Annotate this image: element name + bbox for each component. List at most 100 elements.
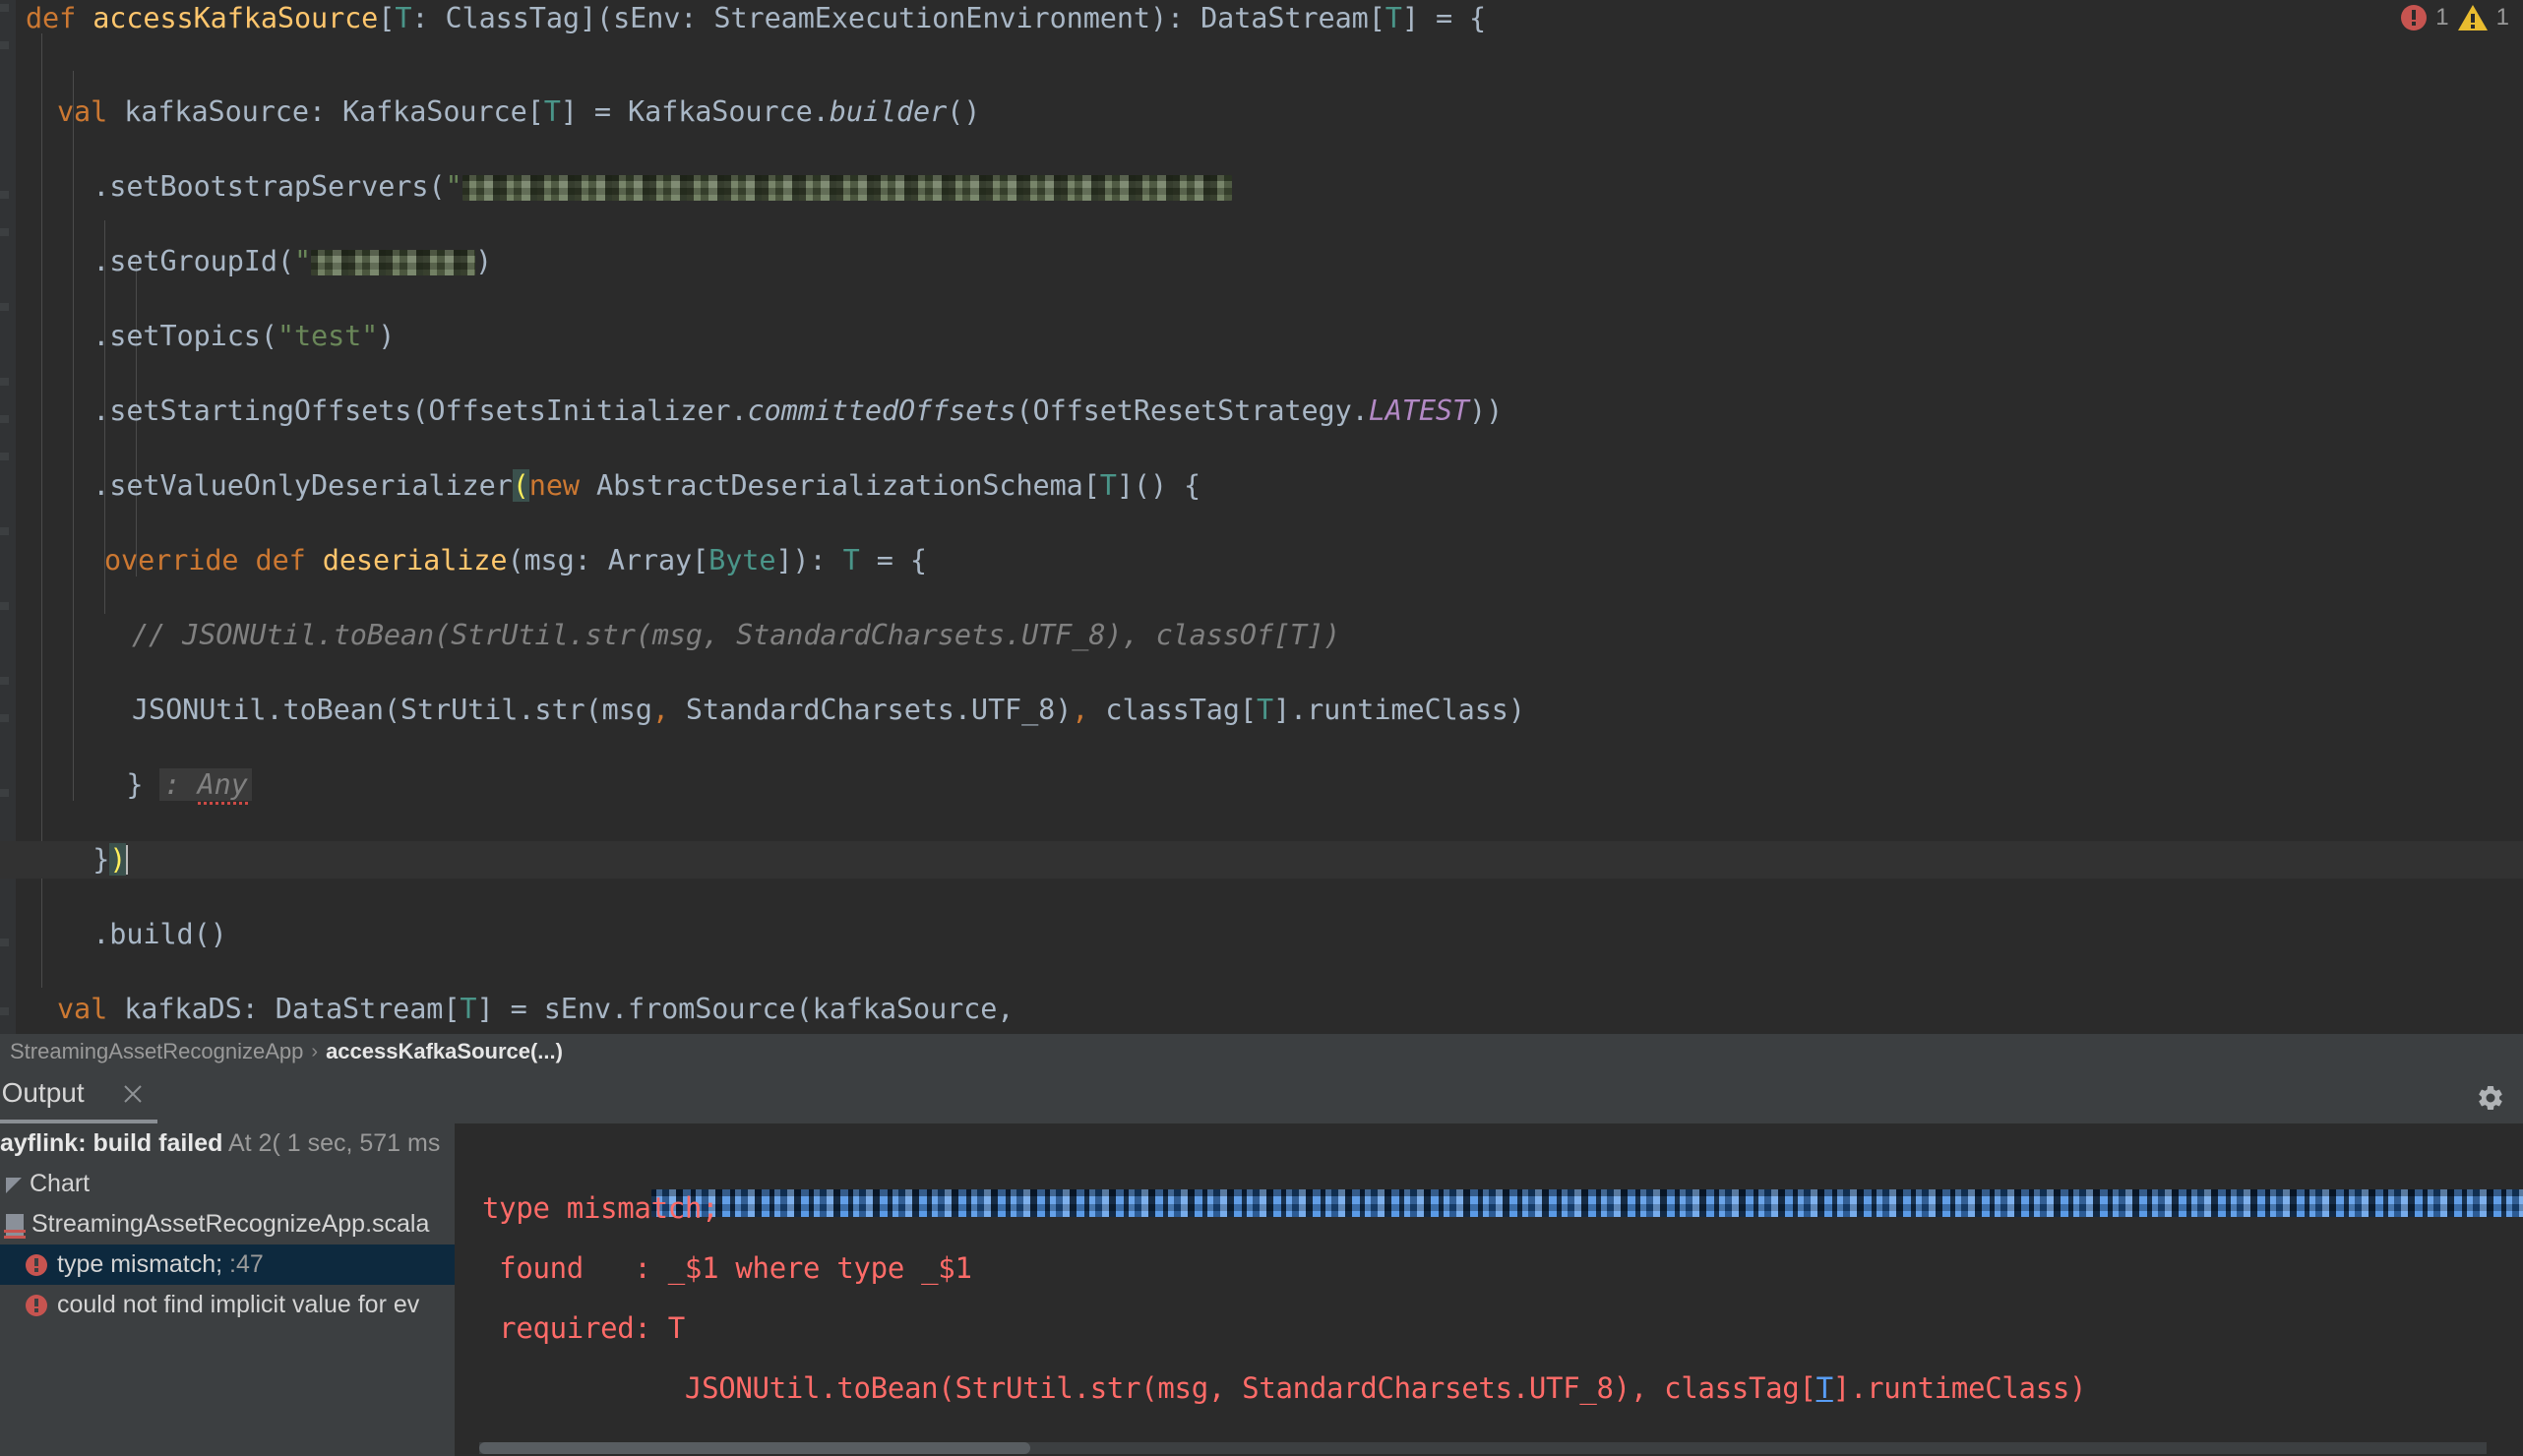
code-line[interactable]: .build(): [0, 916, 2523, 953]
token-keyword-override: override: [104, 544, 239, 576]
tree-row-error-type-mismatch[interactable]: type mismatch; :47: [0, 1244, 455, 1285]
token-type-param: T: [543, 95, 561, 128]
tree-row-scala-file[interactable]: StreamingAssetRecognizeApp.scala: [0, 1204, 455, 1244]
console-line-path[interactable]: [455, 1123, 2523, 1217]
token-rparen: ): [475, 245, 493, 277]
code-line[interactable]: val kafkaSource: KafkaSource[T] = KafkaS…: [0, 93, 2523, 131]
console-line-expression[interactable]: JSONUtil.toBean(StrUtil.str(msg, Standar…: [455, 1359, 2523, 1419]
token-keyword: def: [26, 2, 77, 34]
tree-scrollbar[interactable]: [0, 1442, 455, 1454]
build-tool-window-body: ayflink: build failed At 2( 1 sec, 571 m…: [0, 1123, 2523, 1456]
code-line[interactable]: .setValueOnlyDeserializer(new AbstractDe…: [0, 467, 2523, 505]
token-close-brace: }: [26, 843, 110, 876]
console-line-found: found : _$1 where type _$1: [482, 1251, 972, 1285]
token-type-any-error: Any: [197, 768, 248, 805]
code-editor[interactable]: 1 1 def accessKafkaSource[T: ClassTag](s…: [0, 0, 2523, 1034]
token-quote: ": [293, 245, 311, 277]
token-json-classtag: classTag[: [1088, 694, 1257, 726]
breadcrumb-item-class[interactable]: StreamingAssetRecognizeApp: [2, 1039, 311, 1064]
error-icon: [26, 1254, 47, 1276]
console-expression-pre: JSONUtil.toBean(StrUtil.str(msg, Standar…: [482, 1371, 1816, 1405]
token-lparen: (: [512, 469, 529, 502]
tree-row-build-status[interactable]: ayflink: build failed At 2( 1 sec, 571 m…: [0, 1123, 455, 1164]
token-function-name: accessKafkaSource: [92, 2, 379, 34]
token-offsets-mid: (OffsetResetStrategy.: [1015, 394, 1369, 427]
console-horizontal-scrollbar[interactable]: [479, 1442, 2487, 1454]
token-comma: ,: [1072, 694, 1089, 726]
tree-label-file: StreamingAssetRecognizeApp.scala: [31, 1210, 430, 1238]
token-method-committed-offsets: committedOffsets: [747, 394, 1016, 427]
console-expression-post: ].runtimeClass): [1832, 1371, 2087, 1405]
code-line[interactable]: JSONUtil.toBean(StrUtil.str(msg, Standar…: [0, 692, 2523, 729]
tree-row-chart[interactable]: Chart: [0, 1164, 455, 1204]
code-line[interactable]: def accessKafkaSource[T: ClassTag](sEnv:…: [0, 0, 2523, 37]
build-duration: At 2( 1 sec, 571 ms: [222, 1129, 441, 1157]
tree-row-error-implicit[interactable]: could not find implicit value for ev: [0, 1285, 455, 1325]
token-decl2: ] = KafkaSource.: [560, 95, 830, 128]
token-comma: ,: [651, 694, 669, 726]
breadcrumb-separator: ›: [311, 1040, 319, 1062]
token-method-deserialize: deserialize: [322, 544, 508, 576]
token-signature: : ClassTag](sEnv: StreamExecutionEnviron…: [411, 2, 1385, 34]
tree-label-chart: Chart: [30, 1170, 91, 1197]
token-close-brace: }: [26, 768, 160, 801]
token-deser-sig: (msg: Array[: [507, 544, 709, 576]
matched-bracket-highlight: ): [109, 843, 126, 876]
code-line[interactable]: override def deserialize(msg: Array[Byte…: [0, 542, 2523, 579]
code-content[interactable]: def accessKafkaSource[T: ClassTag](sEnv:…: [0, 0, 2523, 1025]
token-enum-latest: LATEST: [1368, 394, 1470, 427]
token-build-call: .build(): [26, 918, 227, 950]
token-colon: :: [163, 768, 198, 801]
token-type-param: T: [1099, 469, 1117, 502]
gear-icon[interactable]: [2476, 1083, 2505, 1113]
build-output-console[interactable]: type mismatch; found : _$1 where type _$…: [455, 1123, 2523, 1456]
token-keyword-new: new: [528, 469, 580, 502]
matched-bracket-highlight: (: [512, 469, 529, 502]
redacted-group-id-value: [311, 250, 475, 275]
code-line[interactable]: .setStartingOffsets(OffsetsInitializer.c…: [0, 393, 2523, 430]
token-type-param: T: [460, 993, 477, 1025]
build-status-label: ayflink: build failed: [0, 1129, 223, 1157]
breadcrumb[interactable]: StreamingAssetRecognizeApp › accessKafka…: [0, 1034, 2523, 1069]
token-keyword-def: def: [255, 544, 306, 576]
build-tool-window: ld Output ayflink: build failed At 2( 1 …: [0, 1069, 2523, 1456]
code-line[interactable]: .setTopics("test"): [0, 318, 2523, 355]
token-bracket: [: [378, 2, 396, 34]
token-type-param: T: [395, 2, 412, 34]
tree-label-error-2: could not find implicit value for ev: [57, 1291, 420, 1318]
token-type-byte: Byte: [708, 544, 776, 576]
redacted-bootstrap-servers-value: [462, 175, 1232, 201]
token-rparen: ): [109, 843, 127, 876]
token-abstract-schema: AbstractDeserializationSchema[: [579, 469, 1100, 502]
redacted-file-path-link[interactable]: [650, 1189, 2523, 1217]
token-type-param: T: [1256, 694, 1273, 726]
token-kafka-ds-decl: kafkaDS: DataStream[: [107, 993, 461, 1025]
code-line[interactable]: .setGroupId("): [0, 243, 2523, 280]
token-offsets-tail: )): [1469, 394, 1504, 427]
scala-file-error-icon: [4, 1214, 26, 1236]
code-line[interactable]: } : Any: [0, 766, 2523, 805]
tab-build-output[interactable]: ld Output: [0, 1077, 85, 1109]
scrollbar-thumb[interactable]: [479, 1442, 1030, 1454]
code-line[interactable]: val kafkaDS: DataStream[T] = sEnv.fromSo…: [0, 991, 2523, 1028]
close-icon[interactable]: [122, 1083, 144, 1105]
token-decl: kafkaSource: KafkaSource[: [107, 95, 544, 128]
token-type-param: T: [842, 544, 860, 576]
token-set-group-id: .setGroupId(: [26, 245, 294, 277]
token-set-bootstrap-servers: .setBootstrapServers(: [26, 170, 446, 203]
token-rparen: ): [378, 320, 396, 352]
breadcrumb-item-method[interactable]: accessKafkaSource(...): [318, 1039, 571, 1064]
console-type-link[interactable]: T: [1816, 1371, 1833, 1405]
code-line[interactable]: .setBootstrapServers(": [0, 168, 2523, 206]
token-method-builder: builder: [829, 95, 948, 128]
code-line[interactable]: // JSONUtil.toBean(StrUtil.str(msg, Stan…: [0, 617, 2523, 654]
token-type-param: T: [1385, 2, 1402, 34]
token-json-call: JSONUtil.toBean(StrUtil.str(msg: [132, 694, 652, 726]
type-ascription-chip: : Any: [159, 768, 252, 805]
code-line-with-caret[interactable]: }): [0, 841, 2523, 879]
token-abstract-schema-tail: ]() {: [1116, 469, 1201, 502]
build-tool-window-header: ld Output: [0, 1069, 2523, 1124]
ide-window: 1 1 def accessKafkaSource[T: ClassTag](s…: [0, 0, 2523, 1456]
token-kafka-ds-decl-b: ] = sEnv.fromSource(kafkaSource,: [476, 993, 1015, 1025]
build-events-tree[interactable]: ayflink: build failed At 2( 1 sec, 571 m…: [0, 1123, 455, 1456]
